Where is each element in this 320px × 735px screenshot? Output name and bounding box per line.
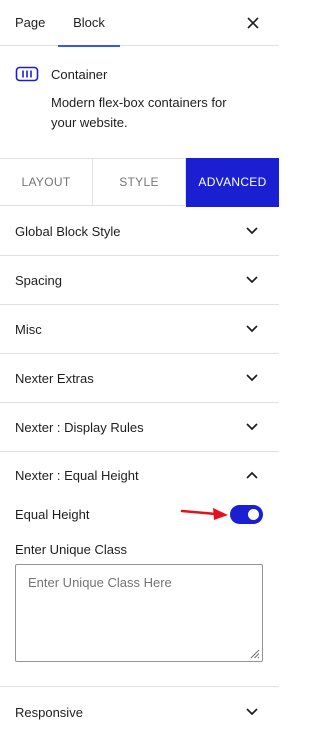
block-title: Container: [51, 67, 108, 82]
tab-layout[interactable]: LAYOUT: [0, 159, 93, 206]
panel-nexter-equal-height: Nexter : Equal Height Equal Height Enter…: [0, 452, 279, 687]
tab-advanced[interactable]: ADVANCED: [186, 158, 279, 207]
arrow-annotation-icon: [180, 508, 228, 520]
panel-label: Responsive: [15, 705, 83, 720]
container-icon: [15, 66, 39, 82]
panel-global-block-style[interactable]: Global Block Style: [0, 207, 279, 256]
chevron-down-icon: [246, 708, 258, 716]
chevron-down-icon: [246, 227, 258, 235]
resize-grip-icon[interactable]: [249, 648, 260, 659]
chevron-down-icon: [246, 276, 258, 284]
unique-class-input[interactable]: [15, 564, 263, 662]
tab-style[interactable]: STYLE: [93, 159, 186, 206]
settings-segment-tabs: LAYOUT STYLE ADVANCED: [0, 158, 279, 207]
chevron-down-icon: [246, 423, 258, 431]
panel-label: Nexter : Equal Height: [15, 468, 139, 483]
close-button[interactable]: [243, 13, 263, 33]
block-card: Container Modern flex-box containers for…: [0, 47, 279, 157]
panel-label: Misc: [15, 322, 42, 337]
panel-responsive[interactable]: Responsive: [0, 688, 279, 735]
panel-misc[interactable]: Misc: [0, 305, 279, 354]
panel-label: Nexter Extras: [15, 371, 94, 386]
panel-spacing[interactable]: Spacing: [0, 256, 279, 305]
unique-class-label: Enter Unique Class: [15, 542, 127, 557]
tab-block[interactable]: Block: [58, 0, 120, 47]
tab-page[interactable]: Page: [15, 0, 45, 46]
panel-label: Global Block Style: [15, 224, 121, 239]
sidebar-header-tabs: Page Block: [0, 0, 279, 47]
chevron-down-icon: [246, 325, 258, 333]
close-icon: [247, 17, 259, 29]
panel-header[interactable]: Nexter : Equal Height: [0, 452, 279, 500]
chevron-down-icon: [246, 374, 258, 382]
equal-height-toggle[interactable]: [230, 505, 263, 524]
panel-nexter-extras[interactable]: Nexter Extras: [0, 354, 279, 403]
panel-label: Spacing: [15, 273, 62, 288]
block-description: Modern flex-box containers for your webs…: [51, 95, 227, 130]
panel-label: Nexter : Display Rules: [15, 420, 144, 435]
panel-nexter-display-rules[interactable]: Nexter : Display Rules: [0, 403, 279, 452]
equal-height-label: Equal Height: [15, 507, 90, 522]
chevron-up-icon: [246, 471, 258, 479]
